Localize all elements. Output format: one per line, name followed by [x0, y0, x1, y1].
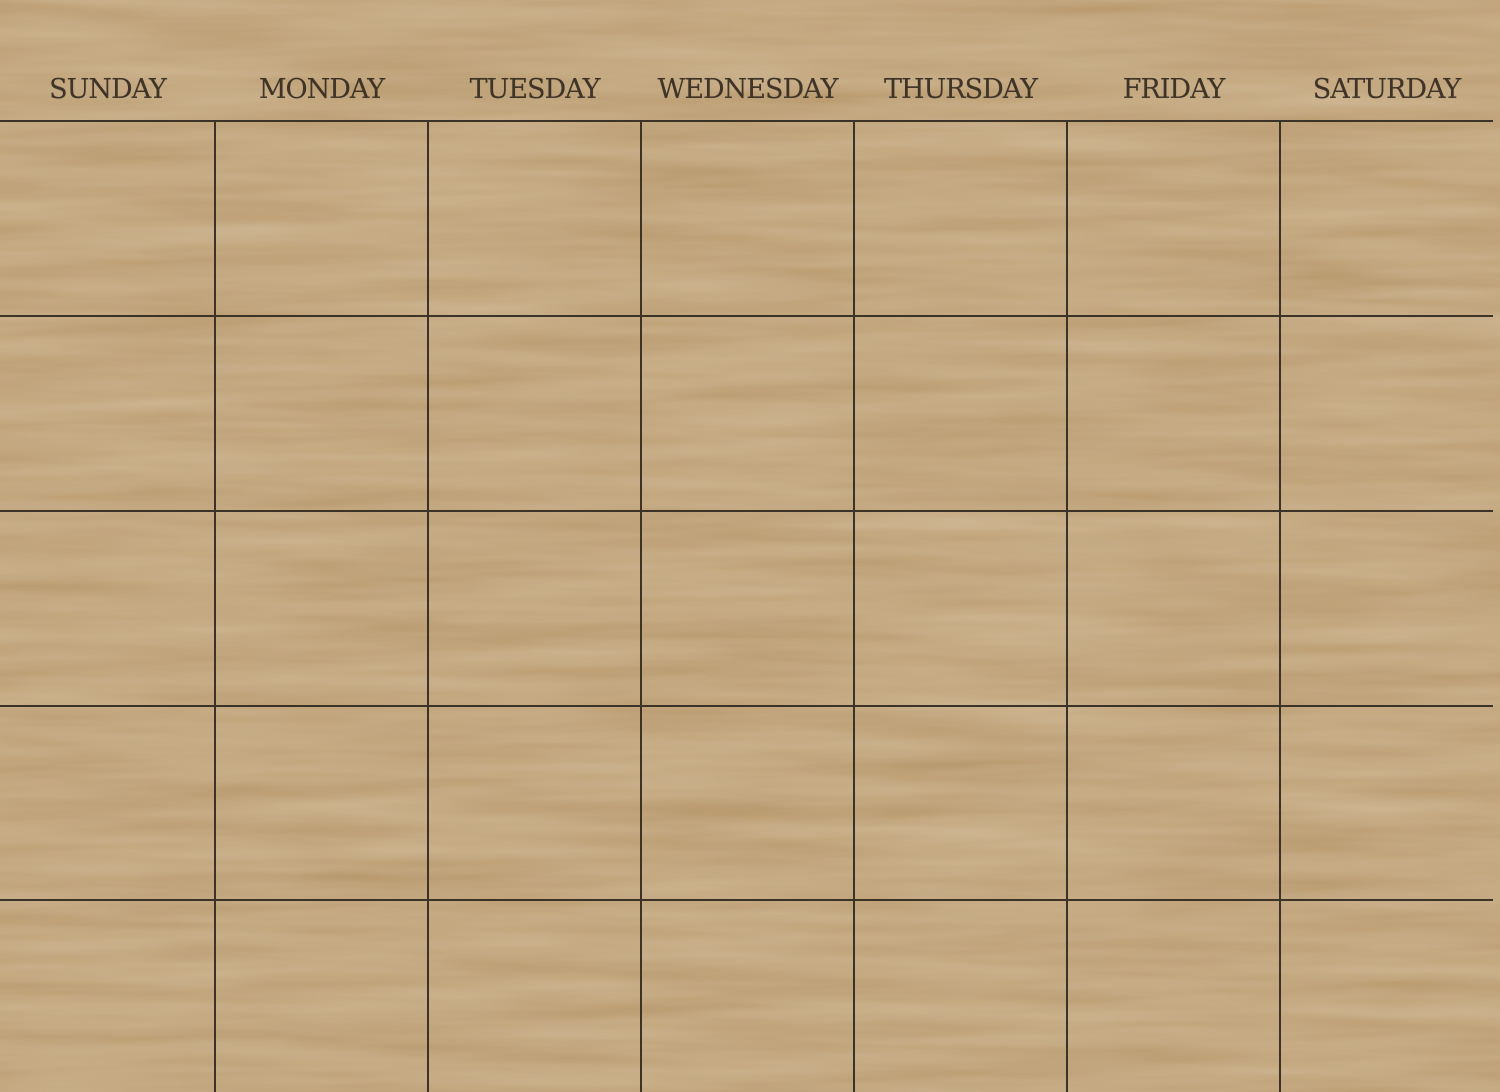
day-cell[interactable]	[854, 900, 1067, 1092]
day-cell[interactable]	[641, 511, 854, 706]
day-cell[interactable]	[1280, 706, 1493, 900]
grid-row-line	[0, 705, 1493, 707]
day-cell[interactable]	[1067, 706, 1280, 900]
day-cell[interactable]	[215, 511, 428, 706]
day-cell[interactable]	[428, 900, 641, 1092]
day-cell[interactable]	[428, 706, 641, 900]
day-cell[interactable]	[0, 706, 215, 900]
day-cell[interactable]	[641, 316, 854, 511]
day-cell[interactable]	[1067, 511, 1280, 706]
day-header-sunday: SUNDAY	[49, 73, 167, 105]
grid-row-line	[0, 510, 1493, 512]
day-cell[interactable]	[0, 121, 215, 316]
grid-row-line	[0, 899, 1493, 901]
day-cell[interactable]	[854, 511, 1067, 706]
grid-column-line	[214, 120, 216, 1092]
day-cell[interactable]	[1067, 121, 1280, 316]
day-cell[interactable]	[641, 121, 854, 316]
day-cell[interactable]	[854, 706, 1067, 900]
day-cell[interactable]	[1067, 900, 1280, 1092]
day-header-monday: MONDAY	[258, 73, 385, 105]
day-cell[interactable]	[428, 121, 641, 316]
grid-column-line	[1066, 120, 1068, 1092]
day-cell[interactable]	[1280, 511, 1493, 706]
day-cell[interactable]	[215, 900, 428, 1092]
day-cell[interactable]	[0, 900, 215, 1092]
grid-column-line	[1279, 120, 1281, 1092]
day-cell[interactable]	[215, 121, 428, 316]
day-cell[interactable]	[428, 511, 641, 706]
calendar-board: SUNDAY MONDAY TUESDAY WEDNESDAY THURSDAY FRID…	[0, 0, 1500, 1092]
grid-column-line	[640, 120, 642, 1092]
day-header-tuesday: TUESDAY	[469, 73, 601, 105]
day-cell[interactable]	[0, 511, 215, 706]
day-cell[interactable]	[0, 316, 215, 511]
day-cell[interactable]	[641, 900, 854, 1092]
day-header-friday: FRIDAY	[1122, 73, 1226, 105]
day-cell[interactable]	[1280, 900, 1493, 1092]
day-cell[interactable]	[215, 706, 428, 900]
grid-row-line	[0, 120, 1493, 122]
day-cell[interactable]	[854, 316, 1067, 511]
day-cell[interactable]	[854, 121, 1067, 316]
day-cell[interactable]	[428, 316, 641, 511]
day-header-saturday: SATURDAY	[1312, 73, 1462, 105]
day-cell[interactable]	[215, 316, 428, 511]
day-header-wednesday: WEDNESDAY	[657, 73, 839, 105]
day-cell[interactable]	[1067, 316, 1280, 511]
grid-row-line	[0, 315, 1493, 317]
grid-column-line	[427, 120, 429, 1092]
day-cell[interactable]	[1280, 316, 1493, 511]
day-cell[interactable]	[641, 706, 854, 900]
grid-column-line	[853, 120, 855, 1092]
day-header-thursday: THURSDAY	[883, 73, 1038, 105]
day-cell[interactable]	[1280, 121, 1493, 316]
